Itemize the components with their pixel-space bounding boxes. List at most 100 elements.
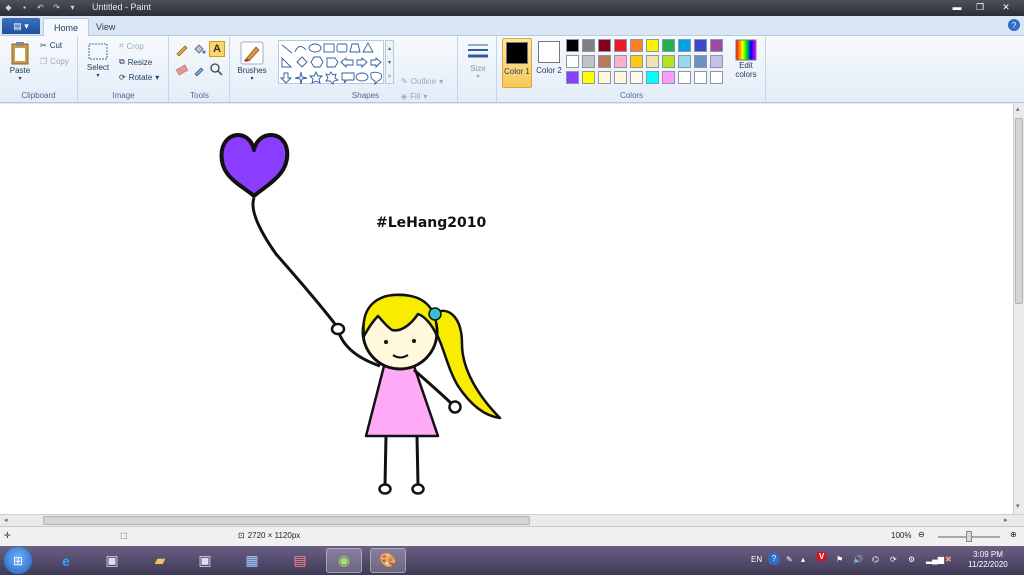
paste-button[interactable]: Paste ▾ xyxy=(6,40,34,82)
palette-color-18[interactable] xyxy=(678,55,691,68)
zoom-slider-thumb[interactable] xyxy=(966,531,972,542)
palette-color-3[interactable] xyxy=(598,39,611,52)
color2-button[interactable]: Color 2 xyxy=(534,38,564,88)
palette-color-10[interactable] xyxy=(710,39,723,52)
color1-button[interactable]: Color 1 xyxy=(502,38,532,88)
palette-color-13[interactable] xyxy=(598,55,611,68)
shapes-gallery[interactable] xyxy=(278,40,384,86)
save-icon[interactable]: ▪ xyxy=(18,1,31,14)
palette-color-8[interactable] xyxy=(678,39,691,52)
palette-color-27[interactable] xyxy=(662,71,675,84)
horizontal-scrollbar[interactable]: ◂ ▸ xyxy=(0,514,1024,526)
palette-color-1[interactable] xyxy=(566,39,579,52)
palette-color-15[interactable] xyxy=(630,55,643,68)
text-tool-icon[interactable]: A xyxy=(209,41,225,57)
palette-color-25[interactable] xyxy=(630,71,643,84)
notification-tray-icon[interactable]: ✖ xyxy=(945,555,952,564)
palette-color-9[interactable] xyxy=(694,39,707,52)
palette-color-17[interactable] xyxy=(662,55,675,68)
palette-color-20[interactable] xyxy=(710,55,723,68)
rotate-button[interactable]: ⟳ Rotate ▾ xyxy=(119,73,159,82)
pencil-icon[interactable] xyxy=(175,42,189,56)
palette-color-6[interactable] xyxy=(646,39,659,52)
scroll-up-icon[interactable]: ▴ xyxy=(1016,105,1020,113)
file-menu-button[interactable]: ▤ ▾ xyxy=(2,18,40,34)
palette-color-29[interactable] xyxy=(694,71,707,84)
palette-color-24[interactable] xyxy=(614,71,627,84)
taskbar-app-5[interactable]: ◉ xyxy=(326,548,362,573)
palette-color-19[interactable] xyxy=(694,55,707,68)
palette-color-16[interactable] xyxy=(646,55,659,68)
vertical-scrollbar[interactable]: ▴ ▾ xyxy=(1013,104,1024,514)
palette-color-23[interactable] xyxy=(598,71,611,84)
app-tray-icon[interactable]: ⚙ xyxy=(908,555,915,564)
tab-view[interactable]: View xyxy=(86,18,125,36)
undo-icon[interactable]: ↶ xyxy=(34,1,47,14)
paint-icon[interactable]: ◆ xyxy=(2,1,15,14)
signal-icon[interactable]: ▂▄▆ xyxy=(926,555,944,564)
network-app-icon: ▦ xyxy=(245,552,259,568)
flag-tray-icon[interactable]: ⚑ xyxy=(836,555,843,564)
minimize-button[interactable]: ▬ xyxy=(945,0,969,14)
palette-color-12[interactable] xyxy=(582,55,595,68)
taskbar-app-1[interactable]: ▣ xyxy=(94,548,130,573)
crop-button[interactable]: ⌗ Crop xyxy=(119,41,144,51)
palette-color-14[interactable] xyxy=(614,55,627,68)
cut-button[interactable]: ✂ Cut xyxy=(40,41,62,50)
help-tray-icon[interactable]: ? xyxy=(768,553,780,565)
palette-color-26[interactable] xyxy=(646,71,659,84)
taskbar-app-4[interactable]: ▤ xyxy=(282,548,318,573)
drawing-canvas[interactable]: #LeHang2010 xyxy=(0,104,1013,514)
clock[interactable]: 3:09 PM 11/22/2020 xyxy=(962,550,1014,570)
magnifier-icon[interactable] xyxy=(209,62,223,76)
color-picker-icon[interactable] xyxy=(192,62,206,76)
start-button[interactable]: ⊞ xyxy=(4,547,32,574)
zoom-in-icon[interactable]: ⊕ xyxy=(1010,530,1017,539)
palette-color-21[interactable] xyxy=(566,71,579,84)
palette-color-2[interactable] xyxy=(582,39,595,52)
maximize-button[interactable]: ❐ xyxy=(968,0,992,14)
customize-icon[interactable]: ▾ xyxy=(66,1,79,14)
show-hidden-icons[interactable]: ▴ xyxy=(801,555,805,564)
palette-color-11[interactable] xyxy=(566,55,579,68)
palette-color-7[interactable] xyxy=(662,39,675,52)
close-button[interactable]: ✕ xyxy=(992,0,1020,14)
tab-home[interactable]: Home xyxy=(43,18,90,36)
palette-color-4[interactable] xyxy=(614,39,627,52)
taskbar-paint[interactable]: 🎨 xyxy=(370,548,406,573)
antivirus-tray-icon[interactable]: V xyxy=(817,552,827,561)
eraser-icon[interactable] xyxy=(175,62,189,76)
pen-tray-icon[interactable]: ✎ xyxy=(786,555,793,564)
palette-color-30[interactable] xyxy=(710,71,723,84)
scroll-right-icon[interactable]: ▸ xyxy=(1004,516,1008,524)
redo-icon[interactable]: ↷ xyxy=(50,1,63,14)
vertical-scroll-thumb[interactable] xyxy=(1015,118,1023,304)
palette-color-28[interactable] xyxy=(678,71,691,84)
palette-color-5[interactable] xyxy=(630,39,643,52)
size-button[interactable]: Size ▾ xyxy=(464,40,492,80)
help-icon[interactable]: ? xyxy=(1008,19,1020,31)
taskbar-internet-explorer[interactable]: e xyxy=(48,548,84,573)
update-tray-icon[interactable]: ⟳ xyxy=(890,555,897,564)
brushes-button[interactable]: Brushes ▾ xyxy=(234,40,270,82)
scroll-down-icon[interactable]: ▾ xyxy=(1016,502,1020,510)
copy-button[interactable]: ❐ Copy xyxy=(40,57,69,66)
taskbar-app-3[interactable]: ▦ xyxy=(234,548,270,573)
chevron-down-icon: ▾ xyxy=(423,92,428,101)
volume-icon[interactable]: 🔊 xyxy=(853,555,863,564)
network-tray-icon[interactable]: ⌬ xyxy=(872,555,879,564)
zoom-out-icon[interactable]: ⊖ xyxy=(918,530,925,539)
edit-colors-button[interactable]: Edit colors xyxy=(730,39,762,79)
taskbar-explorer[interactable]: ▰ xyxy=(142,548,178,573)
outline-button[interactable]: ✎ Outline ▾ xyxy=(401,77,443,86)
resize-button[interactable]: ⧉ Resize xyxy=(119,57,152,67)
taskbar-app-2[interactable]: ▣ xyxy=(187,548,223,573)
shapes-gallery-scroll[interactable]: ▴ ▾ ▿ xyxy=(385,40,394,84)
palette-color-22[interactable] xyxy=(582,71,595,84)
scroll-left-icon[interactable]: ◂ xyxy=(4,516,8,524)
fill-bucket-icon[interactable] xyxy=(192,42,206,56)
select-button[interactable]: Select ▾ xyxy=(85,41,111,79)
horizontal-scroll-thumb[interactable] xyxy=(43,516,530,525)
language-indicator[interactable]: EN xyxy=(751,555,762,564)
fill-button[interactable]: ◈ Fill ▾ xyxy=(401,92,427,101)
